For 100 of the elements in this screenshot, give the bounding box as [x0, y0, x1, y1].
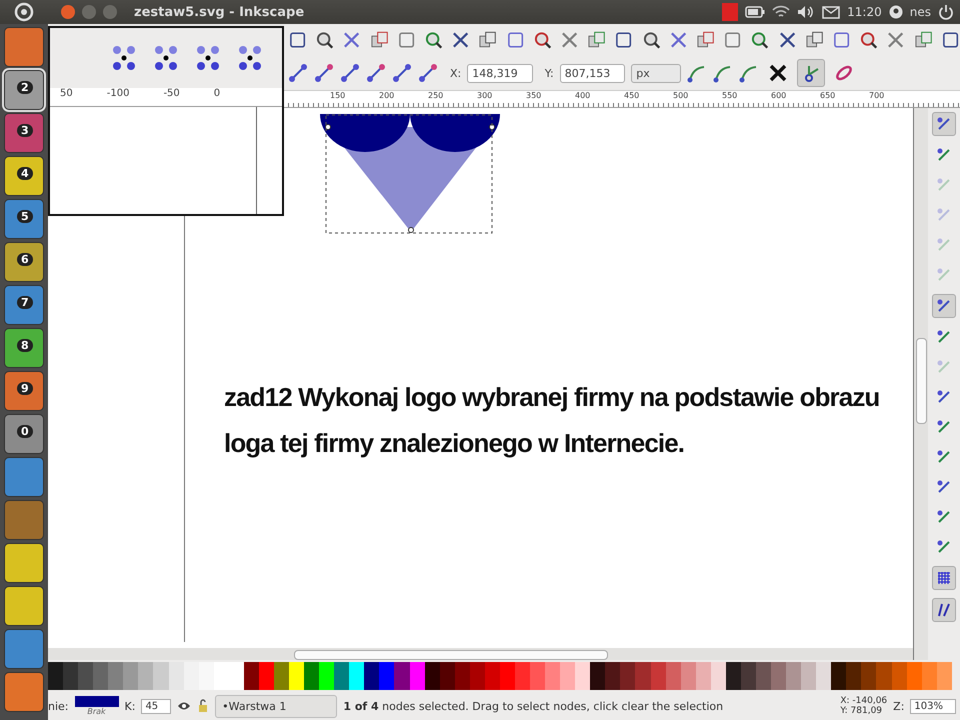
- color-swatch[interactable]: [726, 662, 741, 690]
- color-swatch[interactable]: [560, 662, 576, 690]
- minimize-button[interactable]: [82, 5, 96, 19]
- color-swatch[interactable]: [93, 662, 108, 690]
- color-swatch[interactable]: [319, 662, 334, 690]
- battery-icon[interactable]: [745, 6, 766, 18]
- color-swatch[interactable]: [545, 662, 560, 690]
- color-swatch[interactable]: [454, 662, 470, 690]
- color-swatch[interactable]: [334, 662, 350, 690]
- launcher-app-icon[interactable]: 0: [4, 414, 44, 454]
- launcher-app-icon[interactable]: [4, 629, 44, 669]
- layer-dropdown[interactable]: •Warstwa 1: [215, 694, 338, 718]
- color-swatch[interactable]: [48, 662, 64, 690]
- user-icon[interactable]: [888, 5, 903, 19]
- launcher-app-icon[interactable]: [4, 672, 44, 712]
- color-swatch[interactable]: [153, 662, 168, 690]
- vertical-scrollbar[interactable]: [913, 108, 928, 660]
- zoom-field[interactable]: 103%: [910, 698, 956, 714]
- color-swatch[interactable]: [304, 662, 320, 690]
- snap-grid-icon[interactable]: [932, 566, 956, 590]
- launcher-app-icon[interactable]: [4, 457, 44, 497]
- color-swatch[interactable]: [108, 662, 124, 690]
- color-swatch[interactable]: [740, 662, 756, 690]
- color-swatch[interactable]: [364, 662, 380, 690]
- maximize-button[interactable]: [103, 5, 117, 19]
- clock-text[interactable]: 11:20: [847, 5, 882, 19]
- color-swatch[interactable]: [500, 662, 515, 690]
- unit-dropdown[interactable]: px: [631, 64, 681, 82]
- launcher-app-icon[interactable]: 5: [4, 199, 44, 239]
- launcher-app-icon[interactable]: 9: [4, 371, 44, 411]
- snap-toggle-icon[interactable]: [932, 112, 956, 136]
- launcher-app-icon[interactable]: [4, 586, 44, 626]
- node-cusp-icon[interactable]: [686, 63, 707, 83]
- segment-line-icon[interactable]: [340, 63, 360, 83]
- eye-icon[interactable]: [177, 701, 192, 711]
- color-swatch[interactable]: [635, 662, 650, 690]
- color-swatch[interactable]: [936, 662, 952, 690]
- node-smooth-icon[interactable]: [712, 63, 733, 83]
- power-icon[interactable]: [938, 4, 954, 20]
- ubuntu-logo-icon[interactable]: [14, 2, 34, 22]
- align-nodes-icon[interactable]: [236, 43, 264, 73]
- color-swatch[interactable]: [650, 662, 666, 690]
- color-swatch[interactable]: [605, 662, 620, 690]
- color-swatch[interactable]: [289, 662, 304, 690]
- canvas-text-line[interactable]: zad12 Wykonaj logo wybranej firmy na podstawie obrazu: [224, 374, 880, 420]
- x-coordinate-field[interactable]: 148,319: [467, 64, 533, 82]
- launcher-app-icon[interactable]: 3: [4, 113, 44, 153]
- node-symmetric-icon[interactable]: [738, 63, 759, 83]
- color-swatch[interactable]: [801, 662, 816, 690]
- color-swatch[interactable]: [786, 662, 802, 690]
- color-swatch[interactable]: [816, 662, 832, 690]
- color-swatch[interactable]: [440, 662, 455, 690]
- color-swatch[interactable]: [575, 662, 590, 690]
- color-swatch[interactable]: [349, 662, 364, 690]
- color-swatch[interactable]: [876, 662, 892, 690]
- color-swatch[interactable]: [861, 662, 876, 690]
- color-swatch[interactable]: [274, 662, 289, 690]
- launcher-app-icon[interactable]: 2: [4, 70, 44, 110]
- color-swatch[interactable]: [228, 662, 244, 690]
- horizontal-scrollbar[interactable]: [48, 648, 913, 660]
- user-name[interactable]: nes: [910, 5, 931, 19]
- color-swatch[interactable]: [680, 662, 696, 690]
- color-swatch[interactable]: [394, 662, 410, 690]
- launcher-app-icon[interactable]: [4, 543, 44, 583]
- launcher-app-icon[interactable]: 8: [4, 328, 44, 368]
- color-swatch[interactable]: [244, 662, 259, 690]
- color-swatch[interactable]: [710, 662, 726, 690]
- align-nodes-icon[interactable]: [194, 43, 222, 73]
- launcher-app-icon[interactable]: 4: [4, 156, 44, 196]
- node-join-icon[interactable]: [288, 63, 308, 83]
- align-nodes-icon[interactable]: [152, 43, 180, 73]
- launcher-app-icon[interactable]: 6: [4, 242, 44, 282]
- color-swatch[interactable]: [590, 662, 606, 690]
- color-swatch[interactable]: [470, 662, 485, 690]
- color-swatch[interactable]: [846, 662, 862, 690]
- color-swatch[interactable]: [530, 662, 546, 690]
- close-button[interactable]: [61, 5, 75, 19]
- lock-icon[interactable]: [197, 699, 210, 713]
- y-coordinate-field[interactable]: 807,153: [560, 64, 626, 82]
- color-swatch[interactable]: [424, 662, 440, 690]
- color-swatch[interactable]: [666, 662, 681, 690]
- color-swatch[interactable]: [771, 662, 786, 690]
- drawing-canvas[interactable]: zad12 Wykonaj logo wybranej firmy na podstawie obrazu loga tej firmy znalezionego w Internecie.: [48, 108, 913, 660]
- align-nodes-icon[interactable]: [110, 43, 138, 73]
- color-swatch[interactable]: [258, 662, 274, 690]
- color-swatch[interactable]: [892, 662, 907, 690]
- color-swatch[interactable]: [756, 662, 771, 690]
- color-swatch[interactable]: [484, 662, 500, 690]
- color-swatch[interactable]: [78, 662, 94, 690]
- color-swatch[interactable]: [696, 662, 711, 690]
- snap-guide-icon[interactable]: [932, 598, 956, 622]
- opacity-field[interactable]: 45: [141, 698, 172, 714]
- volume-icon[interactable]: [797, 5, 816, 19]
- color-swatch[interactable]: [138, 662, 154, 690]
- color-swatch[interactable]: [831, 662, 846, 690]
- fill-swatch[interactable]: [74, 696, 119, 707]
- color-swatch[interactable]: [906, 662, 922, 690]
- color-swatch[interactable]: [63, 662, 78, 690]
- show-handles-icon[interactable]: [796, 59, 825, 87]
- color-swatch[interactable]: [123, 662, 138, 690]
